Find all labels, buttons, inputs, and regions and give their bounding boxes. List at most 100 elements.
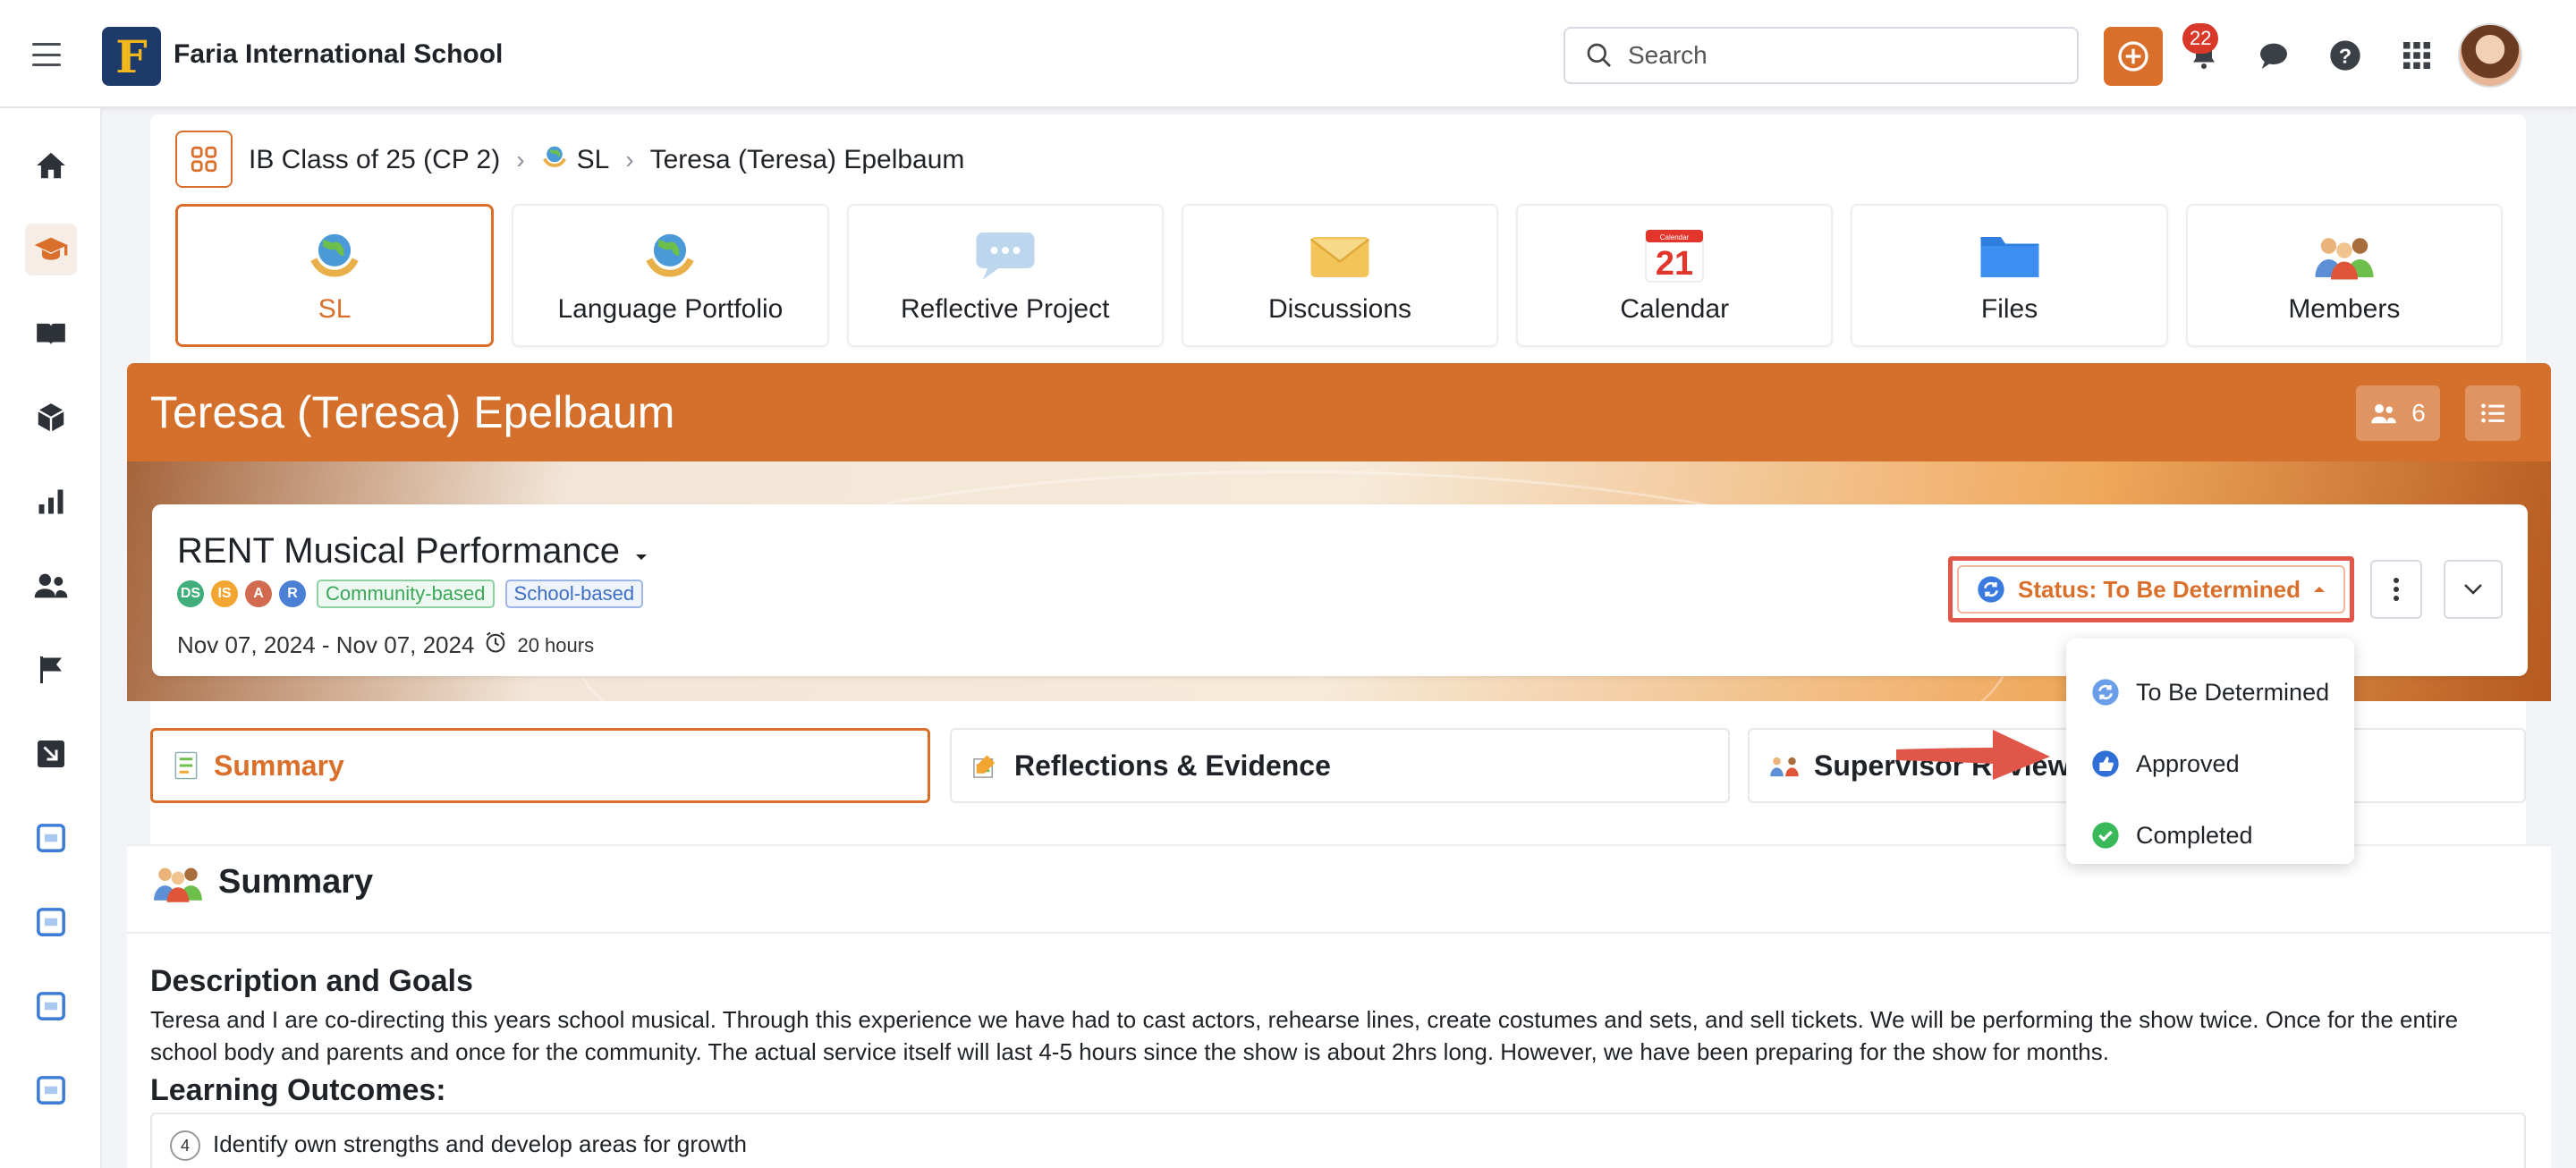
tab-language-portfolio[interactable]: Language Portfolio bbox=[512, 204, 829, 347]
globe-hands-icon bbox=[541, 143, 568, 177]
pointer-arrow bbox=[1896, 730, 2050, 780]
people-icon bbox=[1770, 757, 1799, 777]
alarm-clock-icon bbox=[483, 630, 508, 661]
pencil-notes-icon bbox=[973, 755, 996, 778]
status-menu: To Be Determined Approved Completed bbox=[2066, 639, 2354, 864]
tab-summary[interactable]: Summary bbox=[150, 728, 930, 803]
globe-hands-icon bbox=[639, 226, 701, 284]
users-icon bbox=[2371, 404, 2396, 424]
caret-down-icon[interactable] bbox=[634, 531, 648, 571]
svg-text:?: ? bbox=[2339, 44, 2351, 67]
tab-label: Calendar bbox=[1620, 294, 1730, 324]
caret-up-icon bbox=[2313, 587, 2325, 592]
cp-program-icon[interactable] bbox=[25, 896, 77, 948]
apps-button[interactable] bbox=[2397, 36, 2436, 75]
folder-icon bbox=[1979, 226, 2041, 284]
chevron-down-icon bbox=[2464, 584, 2482, 595]
home-icon[interactable] bbox=[25, 140, 77, 191]
description-heading: Description and Goals bbox=[150, 964, 473, 998]
tab-label: Summary bbox=[214, 749, 344, 782]
menu-icon[interactable] bbox=[32, 43, 61, 66]
users-icon[interactable] bbox=[25, 560, 77, 612]
envelope-icon bbox=[1309, 226, 1371, 284]
refresh-icon bbox=[2092, 679, 2119, 706]
top-bar: F Faria International School 22 ? bbox=[0, 0, 2576, 108]
search-box[interactable] bbox=[1563, 27, 2079, 84]
document-icon bbox=[174, 751, 198, 780]
grid-icon bbox=[2403, 42, 2430, 69]
initials-avatar: A bbox=[245, 580, 272, 607]
help-button[interactable]: ? bbox=[2326, 36, 2365, 75]
student-name-heading: Teresa (Teresa) Epelbaum bbox=[150, 387, 675, 437]
tab-label: Reflections & Evidence bbox=[1014, 749, 1331, 782]
activity-chips: DS IS A R Community-based School-based bbox=[177, 580, 644, 608]
tab-discussions[interactable]: Discussions bbox=[1181, 204, 1499, 347]
vertical-dots-icon bbox=[2394, 578, 2399, 601]
class-apps-button[interactable] bbox=[175, 131, 233, 188]
breadcrumb-course[interactable]: SL bbox=[577, 145, 610, 175]
tab-reflective-project[interactable]: Reflective Project bbox=[846, 204, 1164, 347]
tab-label: Discussions bbox=[1267, 294, 1412, 324]
divider bbox=[127, 932, 2551, 934]
tab-calendar[interactable]: Calendar 21 Calendar bbox=[1516, 204, 1834, 347]
initials-avatar: R bbox=[279, 580, 306, 607]
search-input[interactable] bbox=[1628, 41, 2057, 70]
import-icon[interactable] bbox=[25, 728, 77, 780]
breadcrumb-class[interactable]: IB Class of 25 (CP 2) bbox=[249, 145, 500, 175]
flag-icon[interactable] bbox=[25, 644, 77, 696]
plus-circle-icon bbox=[2118, 41, 2148, 72]
dp-program-icon[interactable] bbox=[25, 812, 77, 864]
status-option-completed[interactable]: Completed bbox=[2066, 800, 2354, 871]
outcome-text: Identify own strengths and develop areas… bbox=[213, 1130, 747, 1157]
speech-bubble-icon bbox=[974, 226, 1037, 284]
tag-community-based: Community-based bbox=[317, 580, 495, 608]
collapse-button[interactable] bbox=[2444, 560, 2503, 619]
pyp-program-icon[interactable] bbox=[25, 1064, 77, 1116]
side-nav bbox=[0, 108, 102, 1168]
help-icon: ? bbox=[2330, 40, 2360, 71]
myp-program-icon[interactable] bbox=[25, 980, 77, 1032]
activity-dates: Nov 07, 2024 - Nov 07, 2024 20 hours bbox=[177, 630, 594, 661]
breadcrumb: IB Class of 25 (CP 2) › SL › Teresa (Ter… bbox=[249, 143, 964, 177]
activity-title[interactable]: RENT Musical Performance bbox=[177, 531, 648, 571]
status-option-approved[interactable]: Approved bbox=[2066, 728, 2354, 800]
outcome-number: 4 bbox=[170, 1130, 200, 1161]
bar-chart-icon[interactable] bbox=[25, 476, 77, 528]
more-options-button[interactable] bbox=[2370, 560, 2422, 619]
school-name[interactable]: Faria International School bbox=[174, 39, 503, 70]
chevron-right-icon: › bbox=[625, 146, 634, 174]
book-icon[interactable] bbox=[25, 308, 77, 360]
messages-button[interactable] bbox=[2254, 36, 2293, 75]
add-button[interactable] bbox=[2104, 27, 2163, 86]
members-count-button[interactable]: 6 bbox=[2356, 385, 2440, 441]
status-label: Status: To Be Determined bbox=[2018, 575, 2301, 603]
option-label: To Be Determined bbox=[2136, 678, 2330, 706]
status-option-to-be-determined[interactable]: To Be Determined bbox=[2066, 656, 2354, 728]
tab-members[interactable]: Members bbox=[2185, 204, 2503, 347]
globe-hands-icon bbox=[303, 226, 366, 284]
grid-outline-icon bbox=[191, 146, 217, 173]
tab-label: Files bbox=[1980, 294, 2038, 324]
option-label: Completed bbox=[2136, 821, 2253, 849]
class-tabs: SL Language Portfolio Reflective Project… bbox=[175, 204, 2503, 347]
tab-reflections-evidence[interactable]: Reflections & Evidence bbox=[950, 728, 1730, 803]
tab-label: Language Portfolio bbox=[557, 294, 784, 324]
chat-bubble-icon bbox=[2260, 43, 2287, 69]
tab-label: Reflective Project bbox=[900, 294, 1110, 324]
tab-sl[interactable]: SL bbox=[175, 204, 495, 347]
tab-label: SL bbox=[318, 294, 352, 324]
breadcrumb-student[interactable]: Teresa (Teresa) Epelbaum bbox=[650, 145, 965, 175]
search-icon bbox=[1587, 43, 1611, 67]
tag-school-based: School-based bbox=[504, 580, 644, 608]
people-icon bbox=[2313, 226, 2376, 284]
user-avatar[interactable] bbox=[2458, 23, 2522, 88]
list-view-button[interactable] bbox=[2465, 385, 2521, 441]
members-count: 6 bbox=[2411, 399, 2426, 427]
learning-outcome-item: 4 Identify own strengths and develop are… bbox=[150, 1113, 2526, 1168]
status-dropdown-button[interactable]: Status: To Be Determined bbox=[1948, 556, 2354, 622]
cube-icon[interactable] bbox=[25, 392, 77, 444]
tab-files[interactable]: Files bbox=[1851, 204, 2168, 347]
refresh-icon bbox=[1978, 576, 2004, 603]
graduation-cap-icon[interactable] bbox=[25, 224, 77, 275]
school-logo[interactable]: F bbox=[102, 27, 161, 86]
